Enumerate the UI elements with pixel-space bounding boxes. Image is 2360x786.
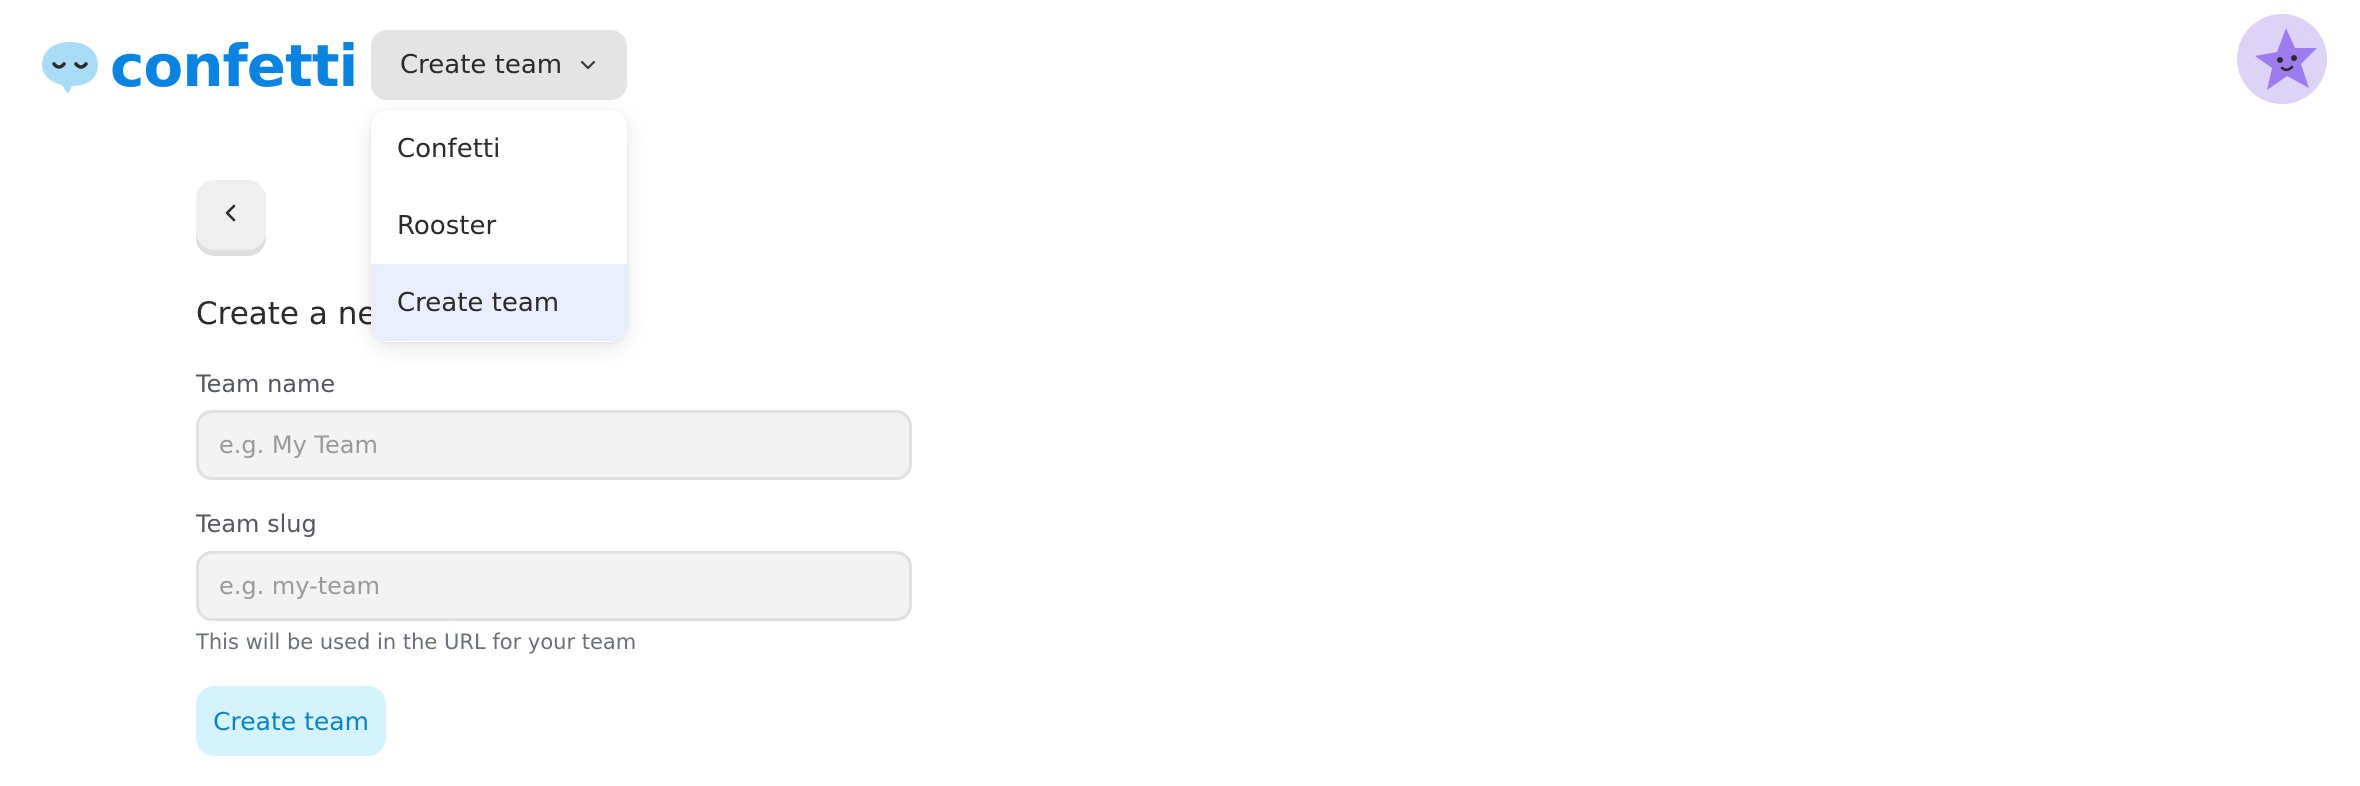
team-select-label: Create team	[400, 50, 563, 80]
team-slug-hint: This will be used in the URL for your te…	[196, 630, 637, 654]
user-avatar[interactable]	[2237, 14, 2327, 104]
menu-item-confetti[interactable]: Confetti	[371, 110, 627, 187]
team-name-label: Team name	[196, 370, 336, 398]
menu-item-rooster[interactable]: Rooster	[371, 187, 627, 264]
team-slug-input[interactable]	[196, 551, 912, 621]
back-button[interactable]	[196, 180, 266, 250]
star-avatar-icon	[2237, 14, 2327, 104]
chevron-left-icon	[220, 202, 242, 228]
confetti-logo[interactable]: confetti	[38, 32, 358, 100]
team-menu: Confetti Rooster Create team	[371, 110, 627, 342]
team-name-input[interactable]	[196, 410, 912, 480]
chat-bubble-face-icon	[38, 34, 102, 98]
team-select-dropdown[interactable]: Create team	[371, 30, 627, 100]
team-slug-label: Team slug	[196, 510, 317, 538]
menu-item-create-team[interactable]: Create team	[371, 264, 627, 341]
logo-wordmark: confetti	[110, 32, 358, 100]
create-team-button[interactable]: Create team	[196, 686, 386, 756]
chevron-down-icon	[577, 54, 599, 76]
